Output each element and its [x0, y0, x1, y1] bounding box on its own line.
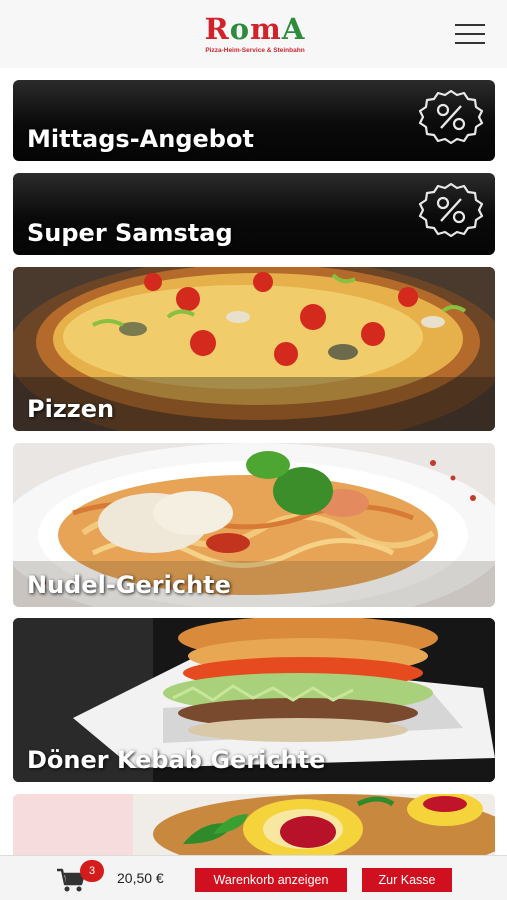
schnitzel-image	[13, 794, 495, 855]
show-cart-button[interactable]: Warenkorb anzeigen	[195, 868, 347, 892]
category-label: Super Samstag	[27, 219, 233, 247]
category-label: Nudel-Gerichte	[27, 571, 231, 599]
category-label: Pizzen	[27, 395, 115, 423]
cart-bar: 3 20,50 € Warenkorb anzeigen Zur Kasse	[0, 855, 507, 900]
checkout-button[interactable]: Zur Kasse	[362, 868, 452, 892]
category-label: Döner Kebab Gerichte	[27, 746, 326, 774]
category-card-doener-kebab[interactable]: Döner Kebab Gerichte	[13, 618, 495, 782]
cart-count-badge: 3	[80, 860, 104, 882]
header: RomA Pizza-Heim-Service & Steinbahn	[0, 0, 507, 68]
category-card-schnitzel[interactable]	[13, 794, 495, 855]
category-label: Mittags-Angebot	[27, 125, 254, 153]
hamburger-menu-icon[interactable]	[455, 24, 485, 44]
logo-wordmark: RomA	[204, 12, 306, 46]
cart-total: 20,50 €	[117, 870, 164, 886]
category-card-mittags-angebot[interactable]: Mittags-Angebot	[13, 80, 495, 161]
roma-logo[interactable]: RomA Pizza-Heim-Service & Steinbahn	[180, 14, 330, 62]
category-card-nudel-gerichte[interactable]: Nudel-Gerichte	[13, 443, 495, 607]
logo-subtitle: Pizza-Heim-Service & Steinbahn	[205, 47, 305, 54]
percent-badge-icon	[418, 89, 484, 144]
app-page: RomA Pizza-Heim-Service & Steinbahn Mitt…	[0, 0, 507, 900]
percent-badge-icon	[418, 182, 484, 237]
category-card-super-samstag[interactable]: Super Samstag	[13, 173, 495, 255]
category-card-pizzen[interactable]: Pizzen	[13, 267, 495, 431]
